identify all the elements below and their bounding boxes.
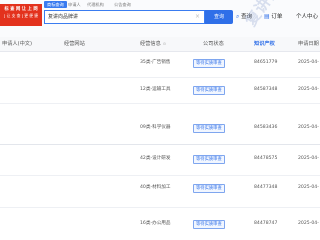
row-date: 2025-04- xyxy=(298,185,319,190)
row-reg-number[interactable]: 84583436 xyxy=(254,124,277,132)
clear-icon[interactable]: × xyxy=(195,11,200,23)
table-row[interactable]: 40类-材料加工 等待实质审查 84477348 2025-04- xyxy=(0,175,320,208)
col-applicant[interactable]: 申请人(中文) xyxy=(2,37,32,51)
row-category: 16类-办公用品 xyxy=(140,221,171,226)
site-logo[interactable]: 标 查 网 让 上 网 [ 让 支 查 ] 更 便 捷 xyxy=(0,4,42,26)
search-button-label: 查询 xyxy=(213,14,224,20)
row-reg-number[interactable]: 84587348 xyxy=(254,86,277,94)
row-category: 35类-广告销售 xyxy=(140,60,171,65)
search-icon: ⌕ xyxy=(236,13,240,20)
search-input[interactable]: 复讲向品牌讲 × xyxy=(44,10,205,24)
status-badge: 等待实质审查 xyxy=(193,220,225,229)
search-tab-applicant[interactable]: 申请人 xyxy=(68,1,81,8)
row-date: 2025-04- xyxy=(298,125,319,130)
row-category: 40类-材料加工 xyxy=(140,185,171,190)
user-center-link-label: 个人中心 xyxy=(296,14,319,20)
col-business-label: 经营信息 xyxy=(140,41,161,47)
status-badge: 等待实质审查 xyxy=(193,124,225,133)
col-status[interactable]: 公司状态 xyxy=(203,37,224,51)
status-badge: 等待实质审查 xyxy=(193,86,225,95)
row-date: 2025-04- xyxy=(298,87,319,92)
row-category: 42类-设计研发 xyxy=(140,156,171,161)
search-tab-announcement[interactable]: 公告查询 xyxy=(114,1,131,8)
search-tab-agency[interactable]: 代理机构 xyxy=(87,1,104,8)
row-reg-number[interactable]: 84477348 xyxy=(254,184,277,192)
row-date: 2025-04- xyxy=(298,221,319,226)
row-date: 2025-04- xyxy=(298,60,319,65)
col-business[interactable]: 经营信息 ⊙ xyxy=(140,37,166,51)
row-reg-number[interactable]: 84478575 xyxy=(254,155,277,163)
logo-line2: [ 让 支 查 ] 更 便 捷 xyxy=(3,13,39,18)
table-header: 申请人(中文) 经营网站 经营信息 ⊙ 公司状态 知识产权 申请日期 xyxy=(0,37,320,52)
row-category: 12类-运输工具 xyxy=(140,87,171,92)
table-row[interactable]: 16类-办公用品 等待实质审查 84478747 2025-04- xyxy=(0,207,320,240)
status-badge: 等待实质审查 xyxy=(193,59,225,68)
search-button[interactable]: 查询 xyxy=(205,10,233,24)
col-website[interactable]: 经营网站 xyxy=(64,37,85,51)
table-row[interactable]: 09类-科学仪器 等待实质审查 84583436 2025-04- xyxy=(0,103,320,145)
col-ip[interactable]: 知识产权 xyxy=(254,37,275,51)
row-reg-number[interactable]: 84478747 xyxy=(254,220,277,228)
search-tab-trademark[interactable]: 商标查询 xyxy=(44,1,67,8)
orders-link-label: 订单 xyxy=(271,14,283,20)
search-input-value: 复讲向品牌讲 xyxy=(48,14,79,20)
status-badge: 等待实质审查 xyxy=(193,184,225,193)
status-badge: 等待实质审查 xyxy=(193,155,225,164)
table-row[interactable]: 12类-运输工具 等待实质审查 84587348 2025-04- xyxy=(0,77,320,104)
user-center-link[interactable]: 个人中心 xyxy=(296,10,318,24)
table-row[interactable]: 42类-设计研发 等待实质审查 84478575 2025-04- xyxy=(0,145,320,176)
row-date: 2025-04- xyxy=(298,156,319,161)
row-reg-number[interactable]: 84651779 xyxy=(254,59,277,67)
chevron-down-icon: ⊙ xyxy=(162,41,167,46)
row-category: 09类-科学仪器 xyxy=(140,125,171,130)
table-row[interactable]: 35类-广告销售 等待实质审查 84651779 2025-04- xyxy=(0,51,320,78)
col-date[interactable]: 申请日期 xyxy=(298,37,319,51)
